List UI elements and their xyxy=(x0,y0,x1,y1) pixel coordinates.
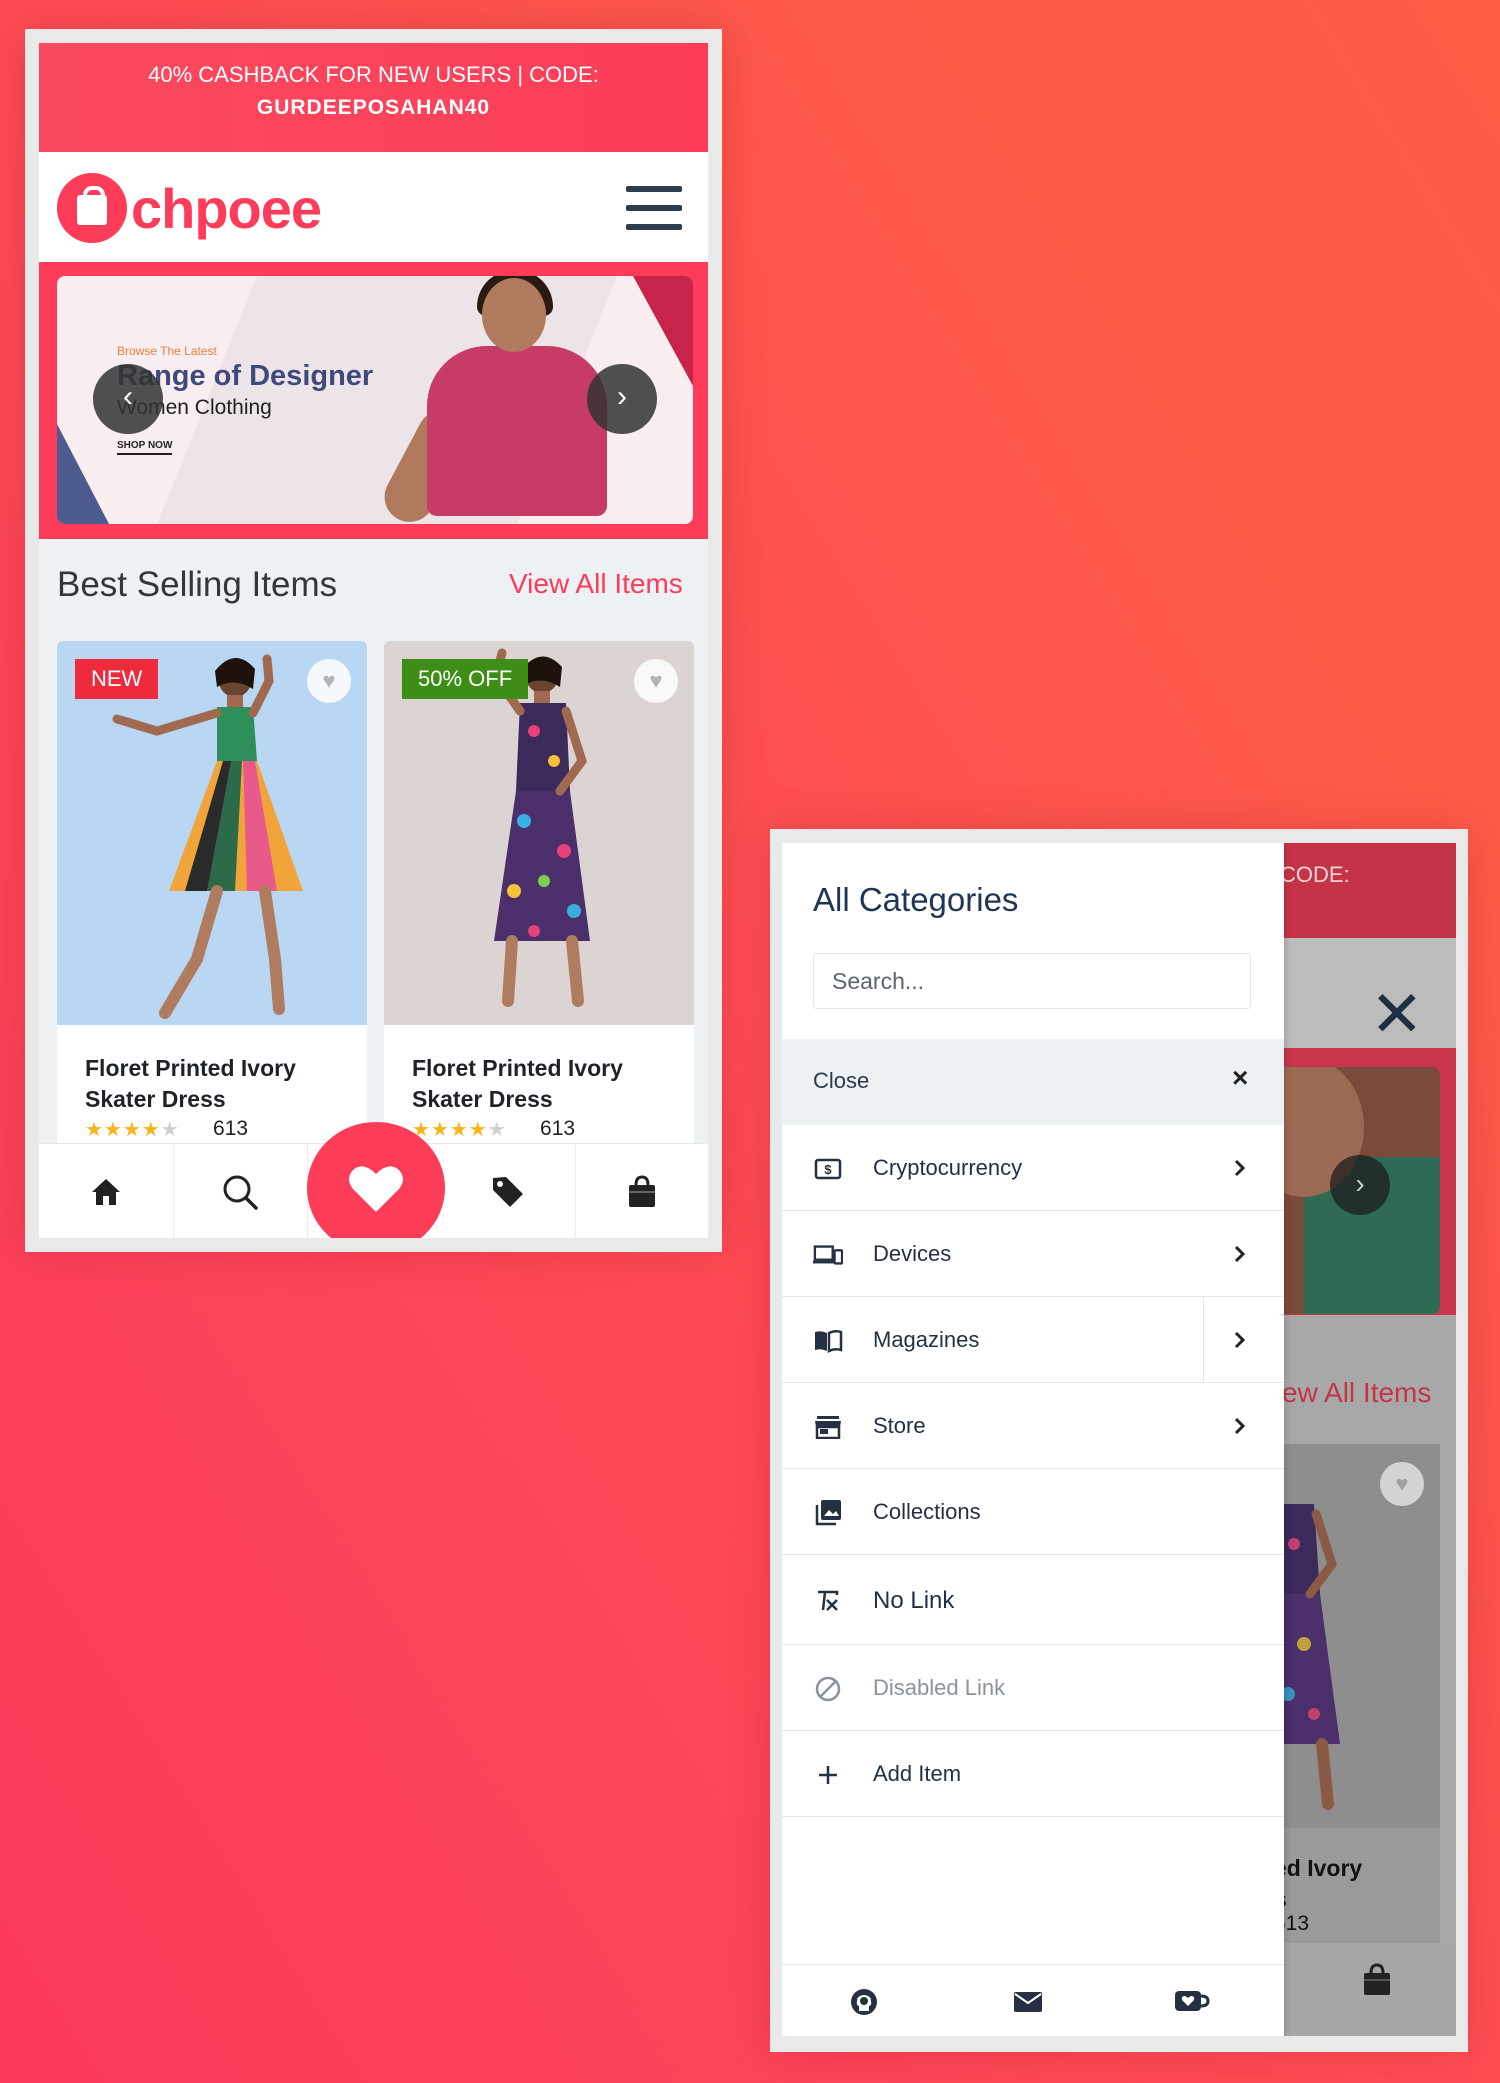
home-icon xyxy=(92,1178,120,1205)
nav-home[interactable] xyxy=(39,1144,174,1238)
product-title: ed Ivorys xyxy=(1274,1855,1363,1912)
brand-name: chpoee xyxy=(131,176,322,240)
chevron-right-icon xyxy=(1230,1153,1250,1183)
chevron-right-icon xyxy=(1230,1239,1250,1269)
chevron-right-icon[interactable] xyxy=(1230,1325,1250,1355)
close-label: Close xyxy=(813,1068,870,1093)
nav-search[interactable] xyxy=(173,1144,308,1238)
promo-code: GURDEEPOSAHAN40 xyxy=(256,96,491,119)
close-menu-icon[interactable]: ✕ xyxy=(1370,977,1424,1052)
review-count: 613 xyxy=(213,1117,249,1140)
product-title[interactable]: Floret Printed Ivory Skater Dress xyxy=(412,1053,672,1115)
menu-item-disabled-link: Disabled Link xyxy=(782,1645,1284,1731)
promo-text: 40% CASHBACK FOR NEW USERS | CODE: xyxy=(148,62,599,87)
categories-drawer: All Categories Close × $ Cryptocurrency … xyxy=(782,843,1284,2036)
bottom-navigation xyxy=(39,1122,708,1238)
product-image: 50% OFF ♥ xyxy=(384,641,694,1025)
banner-kicker: Browse The Latest xyxy=(117,344,217,358)
drawer-close-row[interactable]: Close × xyxy=(782,1039,1284,1125)
home-screen: 40% CASHBACK FOR NEW USERS | CODE: GURDE… xyxy=(39,43,708,1238)
nav-cart[interactable] xyxy=(575,1144,708,1238)
hero-banner[interactable]: Browse The Latest Range of Designer Wome… xyxy=(57,276,693,524)
menu-item-label: Add Item xyxy=(873,1761,962,1786)
menu-item-label: No Link xyxy=(873,1587,955,1614)
no-link-icon xyxy=(813,1586,843,1616)
tag-icon xyxy=(493,1176,523,1207)
chevron-left-icon[interactable]: ‹ xyxy=(93,364,163,434)
promo-banner: 40% CASHBACK FOR NEW USERS | CODE: GURDE… xyxy=(39,43,708,152)
search-icon xyxy=(223,1175,258,1210)
hero-slider: Browse The Latest Range of Designer Wome… xyxy=(39,262,708,539)
book-icon xyxy=(813,1326,843,1356)
close-icon[interactable]: × xyxy=(1232,1062,1248,1094)
shopping-bag-icon xyxy=(629,1174,655,1207)
menu-item-store[interactable]: Store xyxy=(782,1383,1284,1469)
phone-frame-home: 40% CASHBACK FOR NEW USERS | CODE: GURDE… xyxy=(25,29,722,1252)
plus-icon xyxy=(813,1760,843,1790)
chevron-right-icon xyxy=(1230,1411,1250,1441)
menu-item-label: Devices xyxy=(873,1241,952,1266)
menu-item-label: Cryptocurrency xyxy=(873,1155,1023,1180)
view-all-link[interactable]: View All Items xyxy=(509,568,683,600)
wishlist-heart-icon: ♥ xyxy=(1380,1462,1424,1506)
app-header: chpoee xyxy=(39,152,708,262)
product-image: NEW ♥ xyxy=(57,641,367,1025)
menu-item-no-link[interactable]: No Link xyxy=(782,1555,1284,1645)
section-title: Best Selling Items xyxy=(57,565,338,604)
menu-item-label: Collections xyxy=(873,1499,981,1524)
product-card[interactable]: NEW ♥ Floret Printed Ivory Skater Dress … xyxy=(57,641,367,1161)
drawer-title: All Categories xyxy=(813,881,1019,918)
product-title[interactable]: Floret Printed Ivory Skater Dress xyxy=(85,1053,345,1115)
menu-item-magazines[interactable]: Magazines xyxy=(782,1297,1284,1383)
collections-icon xyxy=(813,1498,843,1528)
product-card[interactable]: 50% OFF ♥ Floret Printed Ivory Skater Dr… xyxy=(384,641,694,1161)
coffee-icon[interactable] xyxy=(1172,1985,1212,2019)
currency-icon: $ xyxy=(813,1154,843,1184)
svg-text:$: $ xyxy=(824,1162,832,1177)
menu-item-label: Magazines xyxy=(873,1327,980,1352)
github-icon[interactable] xyxy=(844,1985,884,2019)
wishlist-heart-icon[interactable]: ♥ xyxy=(307,659,351,703)
menu-item-label: Disabled Link xyxy=(873,1675,1006,1700)
menu-item-devices[interactable]: Devices xyxy=(782,1211,1284,1297)
devices-icon xyxy=(813,1240,843,1270)
review-count: 613 xyxy=(540,1117,576,1140)
disabled-icon xyxy=(813,1674,843,1704)
chevron-right-icon: › xyxy=(1330,1155,1390,1215)
star-rating: ★★★★★ xyxy=(412,1119,507,1141)
star-rating: ★★★★★ xyxy=(85,1119,180,1141)
phone-frame-menu: CODE: ✕ › ew All Items ♥ ed Ivory 613 Al… xyxy=(770,829,1468,2052)
menu-item-add-item[interactable]: Add Item xyxy=(782,1731,1284,1817)
heart-icon xyxy=(349,1166,403,1212)
menu-screen: CODE: ✕ › ew All Items ♥ ed Ivory 613 Al… xyxy=(782,843,1456,2036)
brand-logo[interactable]: chpoee xyxy=(57,172,322,244)
product-badge: 50% OFF xyxy=(402,659,529,699)
shopping-bag-icon xyxy=(1364,1963,1390,1995)
menu-item-cryptocurrency[interactable]: $ Cryptocurrency xyxy=(782,1125,1284,1211)
drawer-footer xyxy=(782,1964,1284,2036)
shop-now-link[interactable]: SHOP NOW xyxy=(117,440,173,455)
category-search-input[interactable] xyxy=(813,953,1251,1009)
menu-item-collections[interactable]: Collections xyxy=(782,1469,1284,1555)
wishlist-heart-icon[interactable]: ♥ xyxy=(634,659,678,703)
store-icon xyxy=(813,1412,843,1442)
menu-item-label: Store xyxy=(873,1413,926,1438)
chevron-right-icon[interactable]: › xyxy=(587,364,657,434)
mail-icon[interactable] xyxy=(1008,1985,1048,2019)
promo-fragment: CODE: xyxy=(1280,862,1350,887)
menu-hamburger-icon[interactable] xyxy=(626,186,682,230)
product-badge: NEW xyxy=(75,659,159,699)
nav-offers[interactable] xyxy=(441,1144,576,1238)
shopping-bag-logo-icon xyxy=(57,173,127,243)
view-all-link: ew All Items xyxy=(1282,1377,1432,1408)
